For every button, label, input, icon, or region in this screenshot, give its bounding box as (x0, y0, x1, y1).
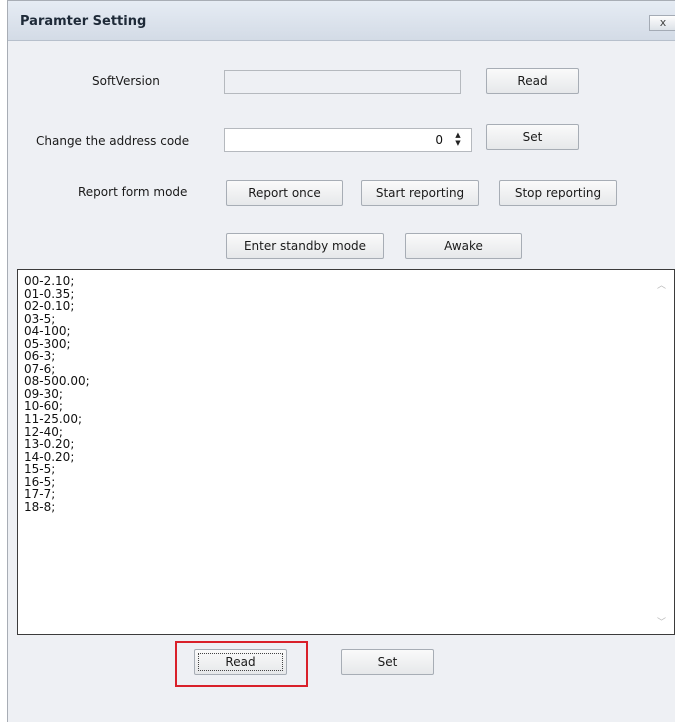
parameters-list: 00-2.10; 01-0.35; 02-0.10; 03-5; 04-100; 05-3… (24, 275, 90, 513)
scroll-down-icon[interactable]: ﹀ (657, 615, 666, 628)
parameter-line: 13-0.20; (24, 437, 75, 452)
parameter-line: 00-2.10; (24, 274, 75, 288)
read-parameters-button[interactable]: Read (194, 649, 287, 675)
title-bar: Paramter Setting x (8, 1, 675, 41)
set-parameters-button[interactable]: Set (341, 649, 434, 675)
soft-version-field[interactable] (224, 70, 461, 94)
stop-reporting-button[interactable]: Stop reporting (499, 180, 617, 206)
address-code-value: 0 (435, 133, 443, 147)
soft-version-label: SoftVersion (92, 74, 160, 88)
enter-standby-button[interactable]: Enter standby mode (226, 233, 384, 259)
close-icon: x (659, 16, 667, 29)
start-reporting-button[interactable]: Start reporting (361, 180, 479, 206)
parameters-textarea[interactable]: 00-2.10; 01-0.35; 02-0.10; 03-5; 04-100; 05-3… (17, 269, 675, 635)
parameter-line: 04-100; (24, 324, 71, 339)
parameter-setting-dialog: Paramter Setting x SoftVersion Read Chan… (7, 0, 675, 722)
scroll-up-icon[interactable]: ︿ (657, 278, 666, 291)
parameter-line: 02-0.10; (24, 299, 75, 314)
set-address-button[interactable]: Set (486, 124, 579, 150)
close-button[interactable]: x (649, 15, 675, 31)
parameter-line: 18-8; (24, 499, 56, 514)
report-mode-label: Report form mode (78, 185, 188, 199)
read-version-button[interactable]: Read (486, 68, 579, 94)
parameter-line: 06-3; (24, 349, 56, 364)
parameter-line: 17-7; (24, 487, 56, 502)
report-once-button[interactable]: Report once (226, 180, 343, 206)
window-title: Paramter Setting (20, 14, 147, 29)
spin-up-icon[interactable]: ▲ (453, 131, 463, 139)
parameter-line: 15-5; (24, 462, 56, 477)
awake-button[interactable]: Awake (405, 233, 522, 259)
address-code-spinner[interactable]: 0 ▲ ▼ (224, 128, 472, 152)
spin-down-icon[interactable]: ▼ (453, 139, 463, 147)
parameter-line: 11-25.00; (24, 412, 82, 427)
address-code-label: Change the address code (36, 134, 190, 148)
focus-rect (198, 653, 283, 671)
